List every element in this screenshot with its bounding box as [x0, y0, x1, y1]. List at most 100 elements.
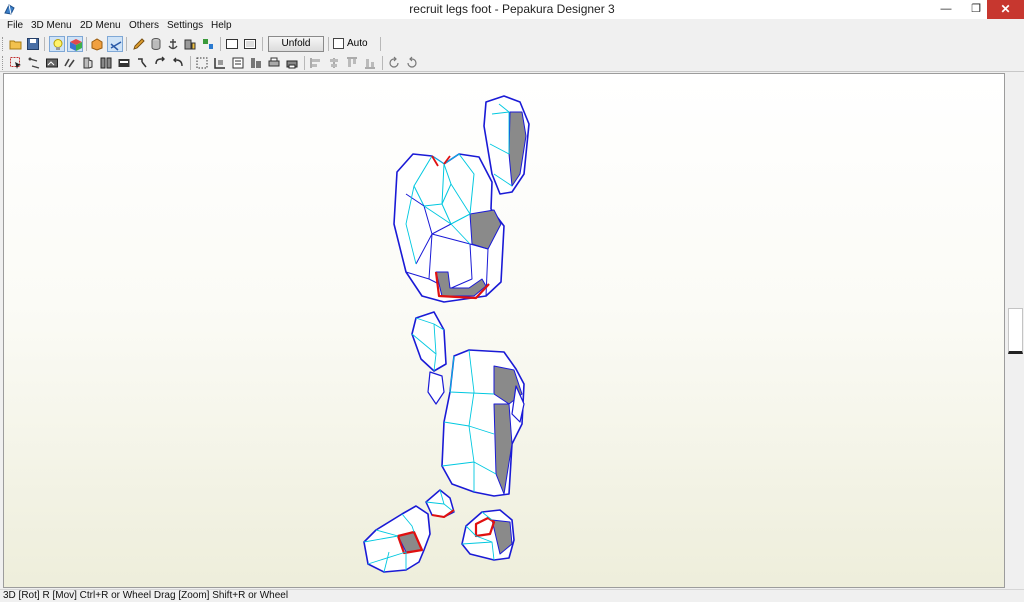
ankle-piece [427, 349, 525, 497]
save-icon [27, 38, 39, 50]
edit-button[interactable] [131, 36, 147, 52]
edge-lines-icon [110, 41, 122, 51]
text-box-tool[interactable] [116, 55, 132, 71]
print-icon [268, 57, 280, 67]
dotted-square-icon [196, 57, 208, 69]
anchor-icon [168, 39, 178, 50]
layout-tool[interactable] [248, 55, 264, 71]
menu-2d[interactable]: 2D Menu [80, 20, 121, 31]
auto-checkbox[interactable] [333, 38, 344, 49]
align-top-tool[interactable] [344, 55, 360, 71]
status-bar: 3D [Rot] R [Mov] Ctrl+R or Wheel Drag [Z… [0, 589, 1024, 602]
menu-3d[interactable]: 3D Menu [31, 20, 72, 31]
align-left-icon [310, 58, 320, 68]
undo-arrow-icon [173, 57, 183, 67]
frame-icon [214, 58, 225, 69]
dotted-select-tool[interactable] [194, 55, 210, 71]
rotate-part-tool[interactable] [134, 55, 150, 71]
texture-cube-icon [70, 39, 82, 51]
texture-toggle-button[interactable] [67, 36, 83, 52]
split-view-button[interactable] [242, 36, 258, 52]
align-bottom-tool[interactable] [362, 55, 378, 71]
rotate-hand-icon [138, 58, 147, 68]
menu-help[interactable]: Help [211, 20, 232, 31]
window-icon [226, 39, 238, 49]
title-bar: recruit legs foot - Pepakura Designer 3 … [0, 0, 1024, 19]
flap-icon [83, 57, 93, 69]
main-toolbar: Unfold Auto [0, 35, 1024, 53]
rotate-ccw-icon [389, 56, 399, 68]
lasso-icon [28, 57, 40, 69]
tools-toolbar [0, 54, 1024, 72]
toe-fragment [425, 489, 455, 518]
auto-label: Auto [347, 38, 368, 49]
foot-right-piece [461, 509, 515, 561]
select-arrow-icon [10, 57, 21, 69]
rotate-cw-icon [407, 56, 417, 68]
toolbar-grip[interactable] [2, 37, 4, 51]
window-title: recruit legs foot - Pepakura Designer 3 [409, 2, 615, 16]
light-toggle-button[interactable] [49, 36, 65, 52]
rotate-ccw-tool[interactable] [386, 55, 402, 71]
unfold-button[interactable]: Unfold [268, 36, 324, 52]
save-button[interactable] [25, 36, 41, 52]
page-icon [232, 57, 244, 69]
align-top-icon [347, 57, 357, 67]
open-button[interactable] [8, 36, 24, 52]
undo-tool[interactable] [170, 55, 186, 71]
flap-tool[interactable] [80, 55, 96, 71]
lightbulb-icon [53, 39, 63, 50]
align-bottom-icon [365, 59, 375, 69]
foot-left-piece [363, 505, 431, 573]
3d-viewport[interactable] [3, 73, 1005, 588]
printer-icon [286, 60, 298, 69]
small-block-piece [411, 311, 447, 372]
shading-button[interactable] [89, 36, 105, 52]
rotate-cw-tool[interactable] [404, 55, 420, 71]
move-part-tool[interactable] [152, 55, 168, 71]
shaded-box-icon [91, 38, 103, 51]
print-layout-tool[interactable] [266, 55, 282, 71]
menu-file[interactable]: File [7, 20, 23, 31]
page-tool[interactable] [230, 55, 246, 71]
scrollbar-thumb[interactable] [1008, 308, 1023, 354]
cylinder-icon [151, 38, 161, 50]
scale-icon [184, 39, 196, 50]
menu-others[interactable]: Others [129, 20, 159, 31]
toolbar-grip[interactable] [2, 56, 4, 70]
menu-settings[interactable]: Settings [167, 20, 203, 31]
3d-model [363, 95, 530, 573]
arrange-button[interactable] [200, 36, 216, 52]
texture-tool[interactable] [44, 55, 60, 71]
menu-bar: File 3D Menu 2D Menu Others Settings Hel… [0, 19, 1024, 34]
close-button[interactable]: ✕ [987, 0, 1024, 19]
image-grid-icon [46, 58, 58, 68]
print-button[interactable] [284, 55, 300, 71]
cylinder-button[interactable] [148, 36, 164, 52]
align-center-tool[interactable] [326, 55, 342, 71]
frame-tool[interactable] [212, 55, 228, 71]
columns-icon [100, 57, 112, 69]
box-icon [118, 59, 130, 67]
arrange-icon [203, 39, 213, 49]
join-tool[interactable] [62, 55, 78, 71]
pencil-icon [133, 38, 145, 50]
status-text: 3D [Rot] R [Mov] Ctrl+R or Wheel Drag [Z… [3, 590, 289, 601]
move-icon [155, 56, 165, 65]
lasso-tool[interactable] [26, 55, 42, 71]
minimize-button[interactable]: — [931, 0, 961, 19]
align-center-icon [330, 58, 338, 68]
align-left-tool[interactable] [308, 55, 324, 71]
join-icon [64, 58, 75, 68]
edge-display-button[interactable] [107, 36, 123, 52]
split-window-icon [244, 39, 256, 49]
single-view-button[interactable] [224, 36, 240, 52]
scale-button[interactable] [182, 36, 198, 52]
select-tool[interactable] [8, 55, 24, 71]
layout-icon [251, 58, 261, 68]
edge-id-tool[interactable] [98, 55, 114, 71]
anchor-button[interactable] [165, 36, 181, 52]
calf-piece [393, 153, 505, 303]
vertical-scrollbar[interactable] [1006, 73, 1024, 588]
open-folder-icon [9, 40, 22, 50]
